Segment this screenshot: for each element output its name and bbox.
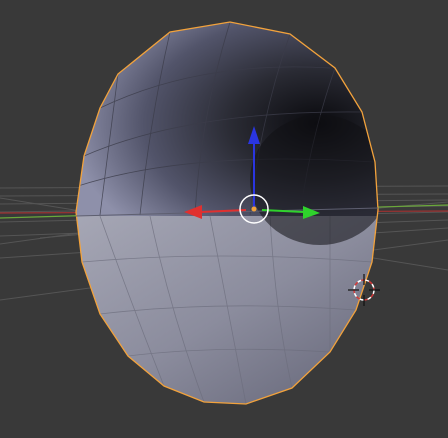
3d-viewport[interactable]	[0, 0, 448, 438]
viewport-canvas[interactable]	[0, 0, 448, 438]
object-origin-dot	[251, 206, 257, 212]
hemisphere-mesh[interactable]	[60, 10, 390, 416]
